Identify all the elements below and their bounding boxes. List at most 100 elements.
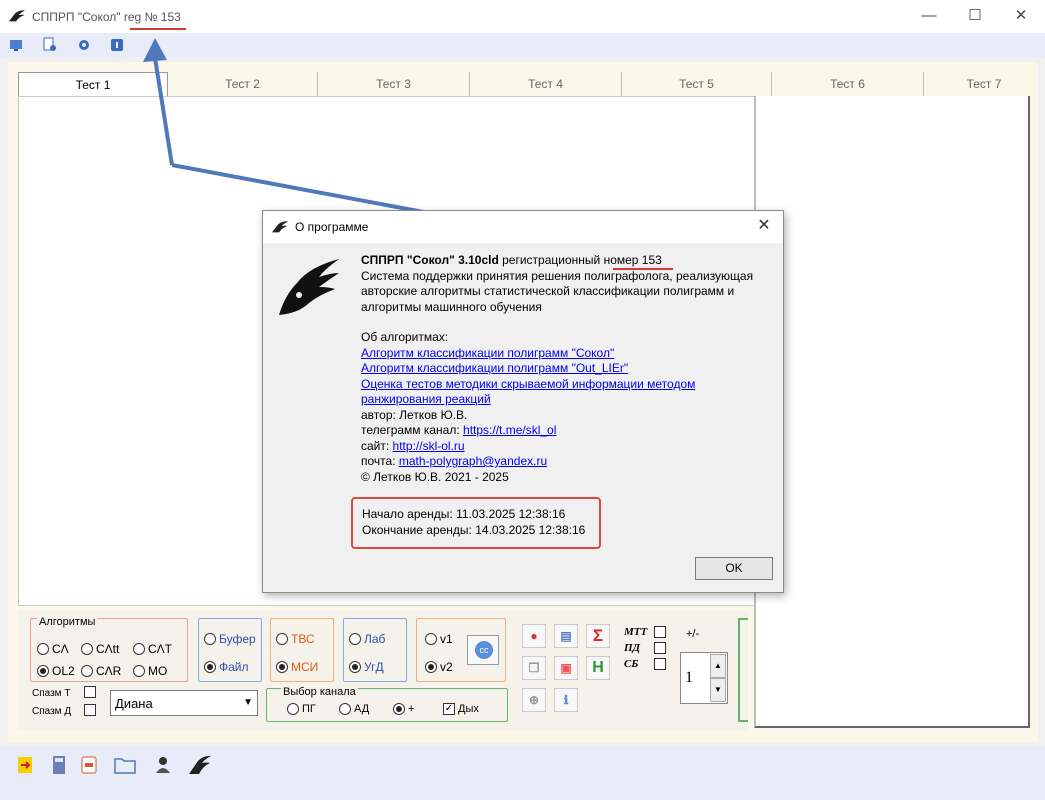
spasm-t-label: Спазм Т [32, 688, 71, 699]
flag-pd-label: ПД [624, 642, 641, 654]
link-outlier-algorithm[interactable]: Алгоритм классификации полиграмм "Out_LI… [361, 361, 628, 375]
plusminus-label: +/- [686, 628, 700, 640]
calculator-icon[interactable] [50, 755, 68, 775]
tab-test-4[interactable]: Тест 4 [470, 72, 622, 96]
radio-buffer[interactable]: Буфер [204, 631, 256, 646]
pdf-button[interactable]: ▣ [554, 656, 578, 680]
tab-test-5[interactable]: Тест 5 [622, 72, 772, 96]
monitor-icon[interactable] [8, 37, 24, 53]
copyright-text: © Летков Ю.В. 2021 - 2025 [361, 469, 509, 484]
radio-ad[interactable]: АД [339, 703, 369, 716]
copy-button[interactable]: ❐ [522, 656, 546, 680]
radio-ugd[interactable]: УгД [349, 659, 384, 674]
author-text: автор: Летков Ю.В. [361, 407, 468, 422]
product-line: СППРП "Сокол" 3.10cld регистрационный но… [361, 253, 662, 267]
falcon-logo [279, 259, 339, 315]
tab-test-7[interactable]: Тест 7 [924, 72, 1044, 96]
reg-annotation-underline [130, 28, 186, 30]
person-select-value: Диана [115, 696, 153, 711]
dialog-body: СППРП "Сокол" 3.10cld регистрационный но… [361, 253, 781, 485]
window-reg-number: reg № 153 [123, 10, 181, 24]
about-algorithms-label: Об алгоритмах: [361, 330, 449, 344]
telegram-label: телеграмм канал: [361, 423, 464, 437]
falcon-icon [271, 221, 289, 233]
radio-alg-cl[interactable]: СΛ [37, 641, 69, 656]
source-group: Буфер Файл [198, 618, 262, 682]
flag-pd-checkbox[interactable] [654, 642, 666, 654]
product-description: Система поддержки принятия решения полиг… [361, 268, 754, 314]
test-type-group: ТВС МСИ [270, 618, 334, 682]
tab-test-6[interactable]: Тест 6 [772, 72, 924, 96]
info-button[interactable]: ℹ [554, 688, 578, 712]
toolbar [0, 33, 1045, 57]
database-button[interactable]: ▤ [554, 624, 578, 648]
sigma-button[interactable]: Σ [586, 624, 610, 648]
maximize-button[interactable]: ☐ [952, 4, 998, 30]
radio-alg-clr[interactable]: СΛR [81, 663, 121, 678]
flag-sb-label: СБ [624, 658, 639, 670]
window-title: СППРП "Сокол" reg № 153 [32, 10, 181, 24]
cc-icon: cc [475, 641, 493, 659]
breath-checkbox[interactable]: ✓ Дых [443, 703, 479, 716]
radio-file[interactable]: Файл [204, 659, 249, 674]
radio-v2[interactable]: v2 [425, 659, 453, 674]
site-label: сайт: [361, 438, 393, 453]
h-button[interactable]: H [586, 656, 610, 680]
close-button[interactable]: ✕ [998, 4, 1044, 30]
person-icon[interactable] [154, 755, 172, 775]
document-search-icon[interactable] [42, 37, 58, 53]
radio-pg[interactable]: ПГ [287, 703, 316, 716]
dialog-title: О программе [295, 220, 369, 234]
radio-tvs[interactable]: ТВС [276, 631, 315, 646]
minimize-button[interactable]: — [906, 4, 952, 30]
info-icon[interactable] [109, 37, 125, 53]
gear-icon[interactable] [76, 37, 92, 53]
spasm-t-checkbox[interactable] [84, 686, 96, 698]
spinner-up-button[interactable]: ▲ [710, 654, 726, 678]
spasm-d-label: Спазм Д [32, 706, 72, 717]
folder-icon[interactable] [114, 755, 136, 775]
flag-sb-checkbox[interactable] [654, 658, 666, 670]
tab-test-1[interactable]: Тест 1 [18, 72, 168, 97]
radio-alg-ol2[interactable]: OL2 [37, 663, 75, 678]
ok-button[interactable]: OK [695, 557, 773, 580]
spinner-down-button[interactable]: ▼ [710, 678, 726, 702]
radio-lab[interactable]: Лаб [349, 631, 385, 646]
radio-alg-mo[interactable]: МО [133, 663, 167, 678]
dialog-close-button[interactable]: ✕ [751, 215, 777, 239]
link-mail[interactable]: math-polygraph@yandex.ru [399, 454, 547, 468]
record-button[interactable]: ● [522, 624, 546, 648]
cc-button[interactable]: cc [467, 635, 499, 665]
about-dialog: О программе ✕ СППРП "Сокол" 3.10cld реги… [262, 210, 784, 593]
link-rank-method[interactable]: Оценка тестов методики скрываемой информ… [361, 377, 695, 407]
spinner-value: 1 [685, 669, 693, 686]
radio-msi[interactable]: МСИ [276, 659, 318, 674]
pdf-icon[interactable] [80, 755, 98, 775]
controls-panel: Алгоритмы СΛ СΛtt СΛТ OL2 СΛR МО Буфер Ф… [18, 610, 748, 730]
algorithms-label: Алгоритмы [37, 616, 98, 628]
falcon-icon[interactable] [188, 755, 212, 775]
radio-alg-clt[interactable]: СΛТ [133, 641, 172, 656]
flag-mtt-label: МТТ [624, 626, 648, 638]
channel-group: Выбор канала ПГ АД + ✓ Дых [266, 686, 508, 722]
link-site[interactable]: http://skl-ol.ru [393, 439, 465, 453]
export-icon[interactable] [16, 755, 34, 775]
radio-v1[interactable]: v1 [425, 631, 453, 646]
link-sokol-algorithm[interactable]: Алгоритм классификации полиграмм "Сокол" [361, 346, 614, 360]
lab-group: Лаб УгД [343, 618, 407, 682]
tab-test-3[interactable]: Тест 3 [318, 72, 470, 96]
version-group: v1 v2 cc [416, 618, 506, 682]
threshold-spinner[interactable]: 1 ▲ ▼ [680, 652, 728, 704]
file-add-button[interactable]: ⊕ [522, 688, 546, 712]
rent-start: Начало аренды: 11.03.2025 12:38:16 [362, 507, 566, 521]
right-side-panel [754, 96, 1030, 728]
radio-plus[interactable]: + [393, 703, 414, 716]
link-telegram[interactable]: https://t.me/skl_ol [463, 423, 556, 437]
spasm-d-checkbox[interactable] [84, 704, 96, 716]
chevron-down-icon: ▼ [243, 697, 253, 708]
person-select[interactable]: Диана ▼ [110, 690, 258, 716]
bottom-toolbar [0, 747, 1045, 800]
flag-mtt-checkbox[interactable] [654, 626, 666, 638]
radio-alg-cltt[interactable]: СΛtt [81, 641, 119, 656]
tab-test-2[interactable]: Тест 2 [168, 72, 318, 96]
